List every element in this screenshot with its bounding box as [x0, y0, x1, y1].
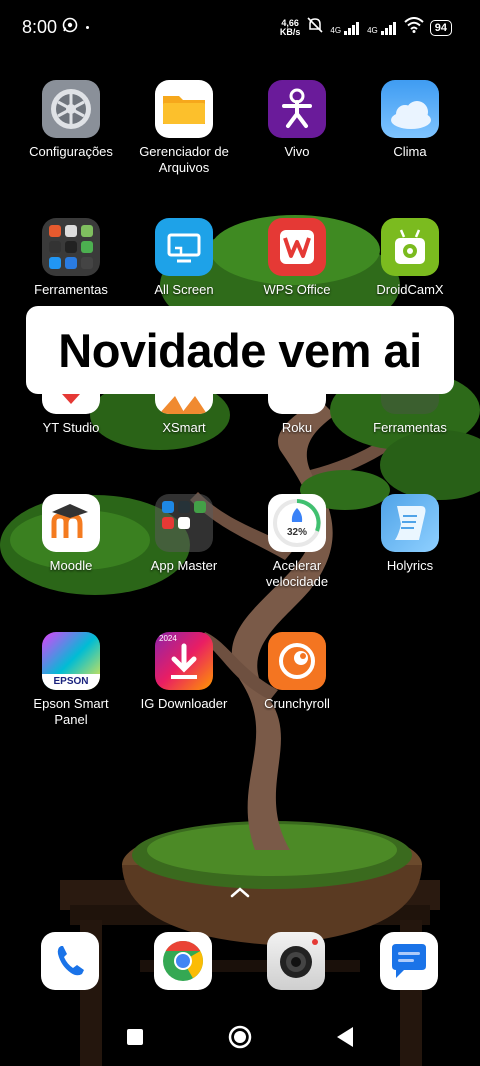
app-label: Ferramentas [373, 420, 447, 435]
app-label: All Screen [154, 282, 214, 297]
home-button[interactable] [228, 1025, 252, 1054]
signal-icon-2: 4G [367, 21, 398, 35]
dock-camera[interactable] [267, 932, 325, 990]
dock-phone[interactable] [41, 932, 99, 990]
dock-chrome[interactable] [154, 932, 212, 990]
holyrics-icon [381, 494, 439, 552]
app-label: Holyrics [386, 558, 434, 573]
app-master-folder-icon [155, 494, 213, 552]
app-label: Gerenciador de Arquivos [139, 144, 229, 175]
settings-icon [42, 80, 100, 138]
app-label: YT Studio [42, 420, 100, 435]
app-label: Crunchyroll [264, 696, 330, 711]
mute-icon [306, 16, 324, 39]
app-epson-smart-panel[interactable]: EPSON Epson Smart Panel [15, 632, 127, 728]
app-label: WPS Office [263, 282, 331, 297]
recents-button[interactable] [126, 1028, 144, 1051]
whatsapp-icon [62, 17, 78, 38]
screen-cast-icon [155, 218, 213, 276]
navigation-bar [0, 1018, 480, 1058]
app-clima[interactable]: Clima [354, 80, 466, 160]
booster-percent: 32% [286, 527, 307, 538]
wifi-icon [404, 17, 424, 38]
app-drawer-chevron-icon[interactable] [229, 885, 251, 904]
vivo-icon [268, 80, 326, 138]
app-acelerar-velocidade[interactable]: 32% Acelerar velocidade [241, 494, 353, 590]
chrome-icon [154, 941, 212, 990]
network-speed: 4,66 KB/s [279, 17, 301, 37]
folder-icon [155, 80, 213, 138]
app-label: Moodle [49, 558, 93, 573]
back-button[interactable] [336, 1026, 354, 1053]
weather-icon [381, 80, 439, 138]
moodle-icon [42, 494, 100, 552]
battery-indicator: 94 [429, 19, 452, 36]
crunchyroll-icon [268, 632, 326, 690]
app-ig-downloader[interactable]: 2024 IG Downloader [128, 632, 240, 712]
app-all-screen[interactable]: All Screen [128, 218, 240, 298]
app-wps-office[interactable]: WPS Office [241, 218, 353, 298]
camera-icon [267, 939, 325, 990]
droidcam-icon [381, 218, 439, 276]
dock-messages[interactable] [380, 932, 438, 990]
messages-icon [380, 944, 438, 990]
app-label: XSmart [162, 420, 206, 435]
app-app-master[interactable]: App Master [128, 494, 240, 574]
app-gerenciador-de-arquivos[interactable]: Gerenciador de Arquivos [128, 80, 240, 176]
text-overlay-banner: Novidade vem ai [26, 306, 454, 394]
dot-icon [86, 26, 89, 29]
app-moodle[interactable]: Moodle [15, 494, 127, 574]
clock: 8:00 [22, 17, 58, 37]
folder-tools-icon [42, 218, 100, 276]
wps-icon [268, 218, 326, 276]
phone-icon [41, 946, 99, 990]
epson-icon: EPSON [42, 632, 100, 690]
app-droidcamx[interactable]: DroidCamX [354, 218, 466, 298]
app-label: Clima [393, 144, 427, 159]
app-vivo[interactable]: Vivo [241, 80, 353, 160]
app-label: Roku [281, 420, 313, 435]
booster-icon: 32% [268, 494, 326, 552]
app-label: DroidCamX [376, 282, 444, 297]
app-label: Epson Smart Panel [33, 696, 109, 727]
status-bar: 8:00 4,66 KB/s 4G 4G 94 [0, 0, 480, 54]
app-holyrics[interactable]: Holyrics [354, 494, 466, 574]
app-crunchyroll[interactable]: Crunchyroll [241, 632, 353, 712]
app-label: Vivo [284, 144, 310, 159]
app-label: Ferramentas [34, 282, 108, 297]
signal-icon: 4G [330, 21, 361, 35]
app-label: IG Downloader [140, 696, 228, 711]
app-label: Acelerar velocidade [265, 558, 329, 589]
app-label: App Master [150, 558, 218, 573]
app-folder-ferramentas[interactable]: Ferramentas [15, 218, 127, 298]
app-configuracoes[interactable]: Configurações [15, 80, 127, 160]
download-icon: 2024 [155, 632, 213, 690]
app-label: Configurações [29, 144, 113, 159]
